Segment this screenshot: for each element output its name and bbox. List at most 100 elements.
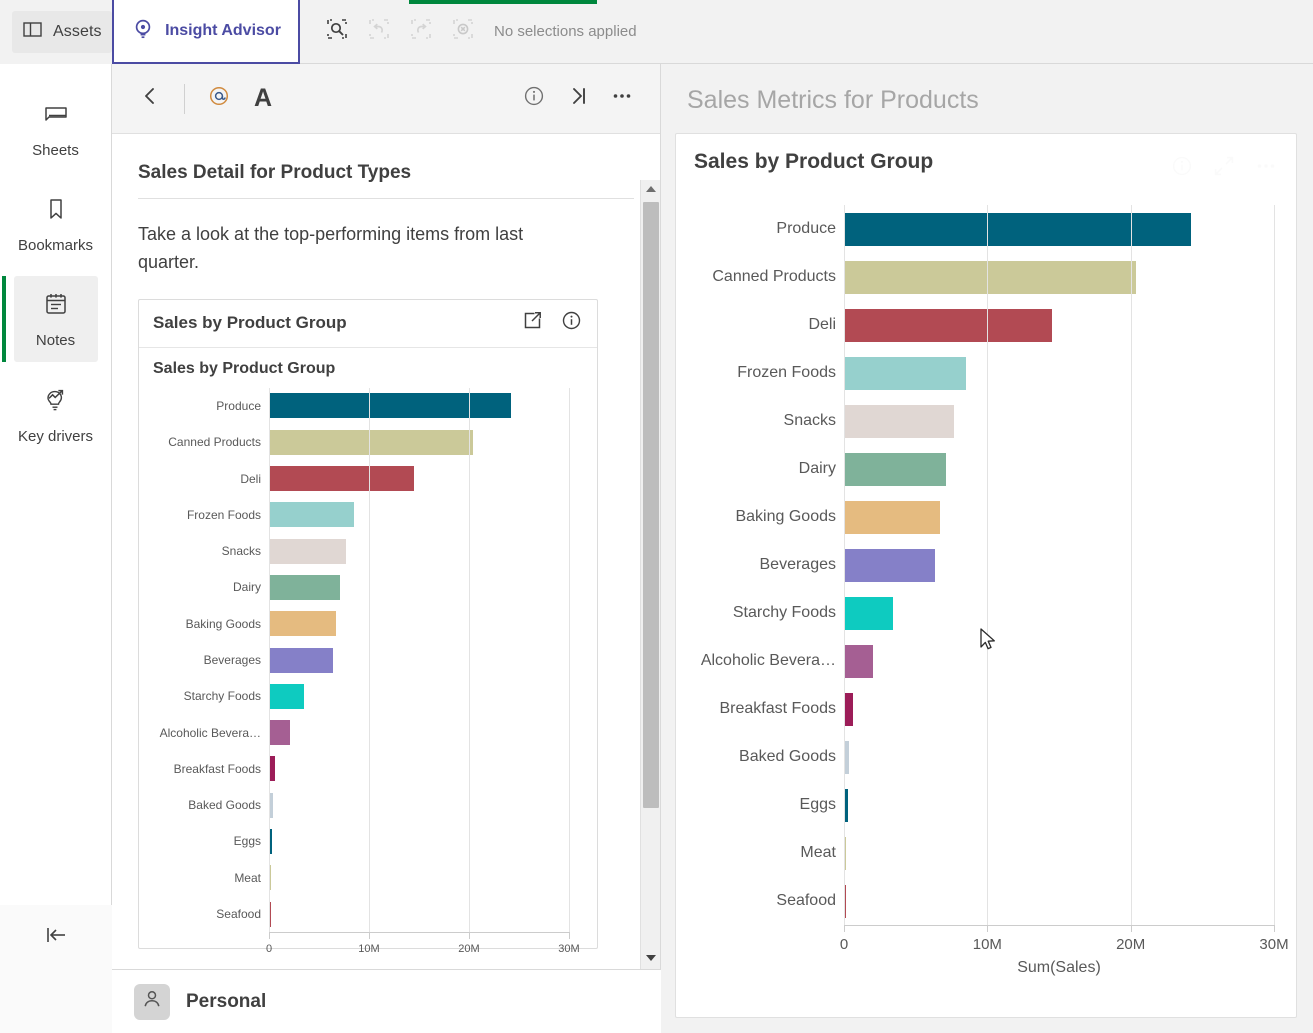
bar-chart-row[interactable]: Snacks	[149, 533, 583, 569]
bar-chart-row[interactable]: Starchy Foods	[149, 678, 583, 714]
note-card-chart[interactable]: Sales by Product Group Produce Canned Pro…	[139, 348, 597, 955]
notes-icon	[42, 290, 70, 323]
bar-chart-row[interactable]: Baked Goods	[149, 787, 583, 823]
note-vertical-scrollbar[interactable]	[640, 180, 660, 969]
bar[interactable]	[269, 574, 340, 600]
bar[interactable]	[269, 756, 276, 782]
bar-chart-row[interactable]: Snacks	[684, 397, 1278, 445]
bar-chart-row[interactable]: Baked Goods	[684, 733, 1278, 781]
notes-expand-button[interactable]	[556, 77, 600, 121]
share-external-icon[interactable]	[521, 309, 544, 337]
sidebar-item-key-drivers[interactable]: Key drivers	[14, 371, 98, 457]
bar[interactable]	[269, 611, 336, 637]
bar[interactable]	[844, 884, 846, 918]
scroll-up-button[interactable]	[641, 180, 660, 200]
bar[interactable]	[844, 260, 1137, 294]
left-navigation-rail: Sheets Bookmarks Notes Key drivers	[0, 64, 112, 969]
bar[interactable]	[269, 683, 304, 709]
bar[interactable]	[844, 452, 946, 486]
sidebar-item-sheets[interactable]: Sheets	[14, 86, 98, 172]
bar[interactable]	[844, 212, 1191, 246]
text-format-button[interactable]: A	[241, 77, 285, 121]
bar-chart-row[interactable]: Seafood	[149, 896, 583, 932]
bar[interactable]	[844, 308, 1052, 342]
bar-category-label: Snacks	[221, 544, 261, 559]
bar[interactable]	[844, 596, 894, 630]
notes-back-button[interactable]	[128, 77, 172, 121]
notes-info-button[interactable]	[512, 77, 556, 121]
bar-chart-row[interactable]: Breakfast Foods	[684, 685, 1278, 733]
bar[interactable]	[269, 466, 414, 492]
bar-chart-row[interactable]: Starchy Foods	[684, 589, 1278, 637]
bar-chart-row[interactable]: Meat	[149, 860, 583, 896]
bar-chart-row[interactable]: Dairy	[149, 569, 583, 605]
bar-chart-row[interactable]: Canned Products	[684, 253, 1278, 301]
bar[interactable]	[844, 500, 941, 534]
redo-button[interactable]	[400, 11, 442, 53]
bar[interactable]	[269, 502, 354, 528]
bar-chart-row[interactable]: Eggs	[684, 781, 1278, 829]
scrollbar-thumb[interactable]	[643, 202, 659, 808]
bar[interactable]	[844, 644, 874, 678]
bar-category-label: Produce	[776, 220, 836, 237]
bar[interactable]	[269, 720, 290, 746]
assets-button[interactable]: Assets	[0, 0, 112, 64]
bar-chart-row[interactable]: Canned Products	[149, 424, 583, 460]
bar-chart-row[interactable]: Produce	[684, 205, 1278, 253]
bar[interactable]	[269, 865, 271, 891]
bar-chart-row[interactable]: Beverages	[684, 541, 1278, 589]
bar[interactable]	[844, 788, 848, 822]
bar-chart-row[interactable]: Baking Goods	[684, 493, 1278, 541]
sidebar-item-bookmarks[interactable]: Bookmarks	[14, 181, 98, 267]
bar[interactable]	[844, 836, 846, 870]
scroll-down-button[interactable]	[641, 949, 660, 969]
chart-card-header: Sales by Product Group	[676, 134, 1296, 183]
bar[interactable]	[269, 901, 271, 927]
bar-chart-row[interactable]: Alcoholic Bevera…	[684, 637, 1278, 685]
undo-button[interactable]	[358, 11, 400, 53]
bar-chart-row[interactable]: Frozen Foods	[684, 349, 1278, 397]
mention-button[interactable]	[197, 77, 241, 121]
bar-chart-row[interactable]: Seafood	[684, 877, 1278, 925]
bar-chart-row[interactable]: Frozen Foods	[149, 497, 583, 533]
redo-icon	[409, 17, 433, 46]
bar-chart-row[interactable]: Eggs	[149, 823, 583, 859]
sidebar-item-notes[interactable]: Notes	[1, 276, 98, 362]
bar[interactable]	[269, 538, 346, 564]
notes-more-button[interactable]	[600, 77, 644, 121]
selection-search-button[interactable]	[316, 11, 358, 53]
clear-selections-button[interactable]	[442, 11, 484, 53]
bar-chart-row[interactable]: Alcoholic Bevera…	[149, 714, 583, 750]
bar[interactable]	[269, 429, 473, 455]
bar[interactable]	[269, 393, 511, 419]
info-circle-icon[interactable]	[1170, 154, 1194, 183]
bar-chart-row[interactable]: Produce	[149, 388, 583, 424]
chart-card[interactable]: Sales by Product Group Produce Canned Pr…	[675, 133, 1297, 1018]
bar-chart-row[interactable]: Beverages	[149, 642, 583, 678]
tab-insight-advisor[interactable]: Insight Advisor	[112, 0, 300, 64]
bar[interactable]	[269, 792, 273, 818]
collapse-rail-button[interactable]	[0, 905, 112, 969]
note-embedded-chart-card[interactable]: Sales by Product Group Sales by Product …	[138, 298, 598, 955]
bar[interactable]	[844, 692, 853, 726]
main-bar-chart[interactable]: Produce Canned Products Deli Frozen Foods Sn…	[676, 183, 1296, 977]
bar[interactable]	[844, 548, 936, 582]
mini-bar-chart[interactable]: Produce Canned Products Deli Frozen Foods Sn…	[147, 386, 589, 955]
bar-chart-row[interactable]: Meat	[684, 829, 1278, 877]
expand-arrows-icon[interactable]	[1212, 154, 1236, 183]
more-options-icon[interactable]	[1254, 154, 1278, 183]
bar[interactable]	[269, 647, 333, 673]
at-mention-icon	[207, 84, 231, 113]
bar[interactable]	[269, 828, 272, 854]
axis-tick-label: 10M	[358, 943, 380, 956]
bar-chart-row[interactable]: Breakfast Foods	[149, 751, 583, 787]
note-content-area[interactable]: Sales Detail for Product Types Take a lo…	[112, 134, 660, 969]
info-circle-icon[interactable]	[560, 309, 583, 337]
bar-chart-row[interactable]: Baking Goods	[149, 606, 583, 642]
bar[interactable]	[844, 404, 955, 438]
bar[interactable]	[844, 356, 966, 390]
bar[interactable]	[844, 740, 850, 774]
bar-chart-row[interactable]: Deli	[149, 460, 583, 496]
bar-chart-row[interactable]: Dairy	[684, 445, 1278, 493]
bar-chart-row[interactable]: Deli	[684, 301, 1278, 349]
